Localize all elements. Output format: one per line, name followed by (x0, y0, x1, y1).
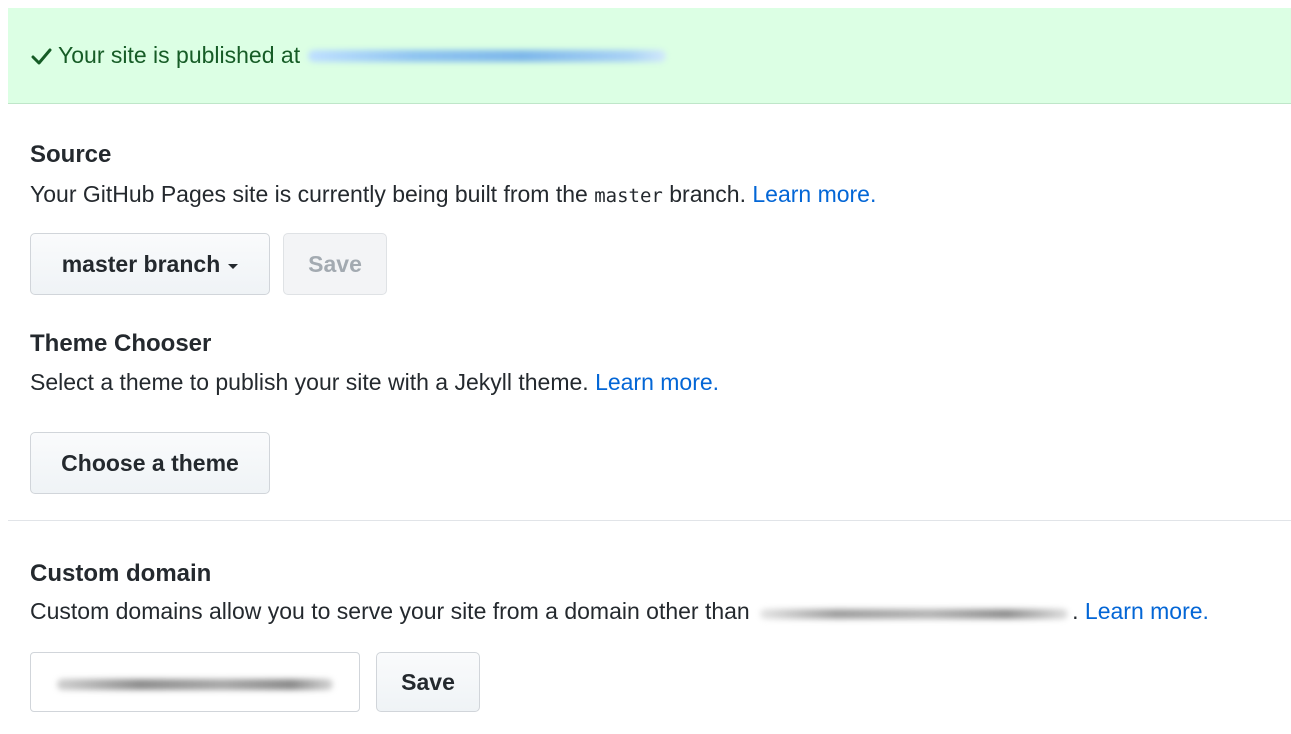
custom-domain-learn-more-link[interactable]: Learn more. (1085, 598, 1209, 624)
published-flash-banner: Your site is published at (8, 8, 1291, 104)
custom-domain-description: Custom domains allow you to serve your s… (30, 598, 1209, 625)
source-learn-more-link[interactable]: Learn more. (752, 181, 876, 207)
source-description: Your GitHub Pages site is currently bein… (30, 181, 876, 208)
theme-learn-more-link[interactable]: Learn more. (595, 369, 719, 395)
source-description-suffix: branch. (669, 181, 746, 207)
custom-domain-input[interactable] (30, 652, 360, 712)
theme-description: Select a theme to publish your site with… (30, 369, 719, 396)
custom-domain-description-text: Custom domains allow you to serve your s… (30, 598, 750, 624)
custom-domain-save-button[interactable]: Save (376, 652, 480, 712)
section-divider (8, 520, 1291, 521)
theme-chooser-title: Theme Chooser (30, 330, 212, 357)
source-save-button[interactable]: Save (283, 233, 387, 295)
branch-select-label: master branch (61, 250, 221, 277)
choose-theme-button[interactable]: Choose a theme (30, 432, 270, 494)
theme-description-text: Select a theme to publish your site with… (30, 369, 589, 395)
custom-domain-period: . (1072, 598, 1079, 624)
branch-select-button[interactable]: master branch (30, 233, 270, 295)
branch-code: master (594, 185, 663, 207)
source-description-prefix: Your GitHub Pages site is currently bein… (30, 181, 588, 207)
check-icon (30, 45, 52, 67)
source-title: Source (30, 141, 112, 168)
published-message: Your site is published at (58, 42, 301, 68)
published-url-link-redacted[interactable] (304, 44, 672, 68)
caret-down-icon (228, 263, 239, 269)
default-domain-redacted (756, 602, 1072, 624)
custom-domain-title: Custom domain (30, 560, 212, 587)
